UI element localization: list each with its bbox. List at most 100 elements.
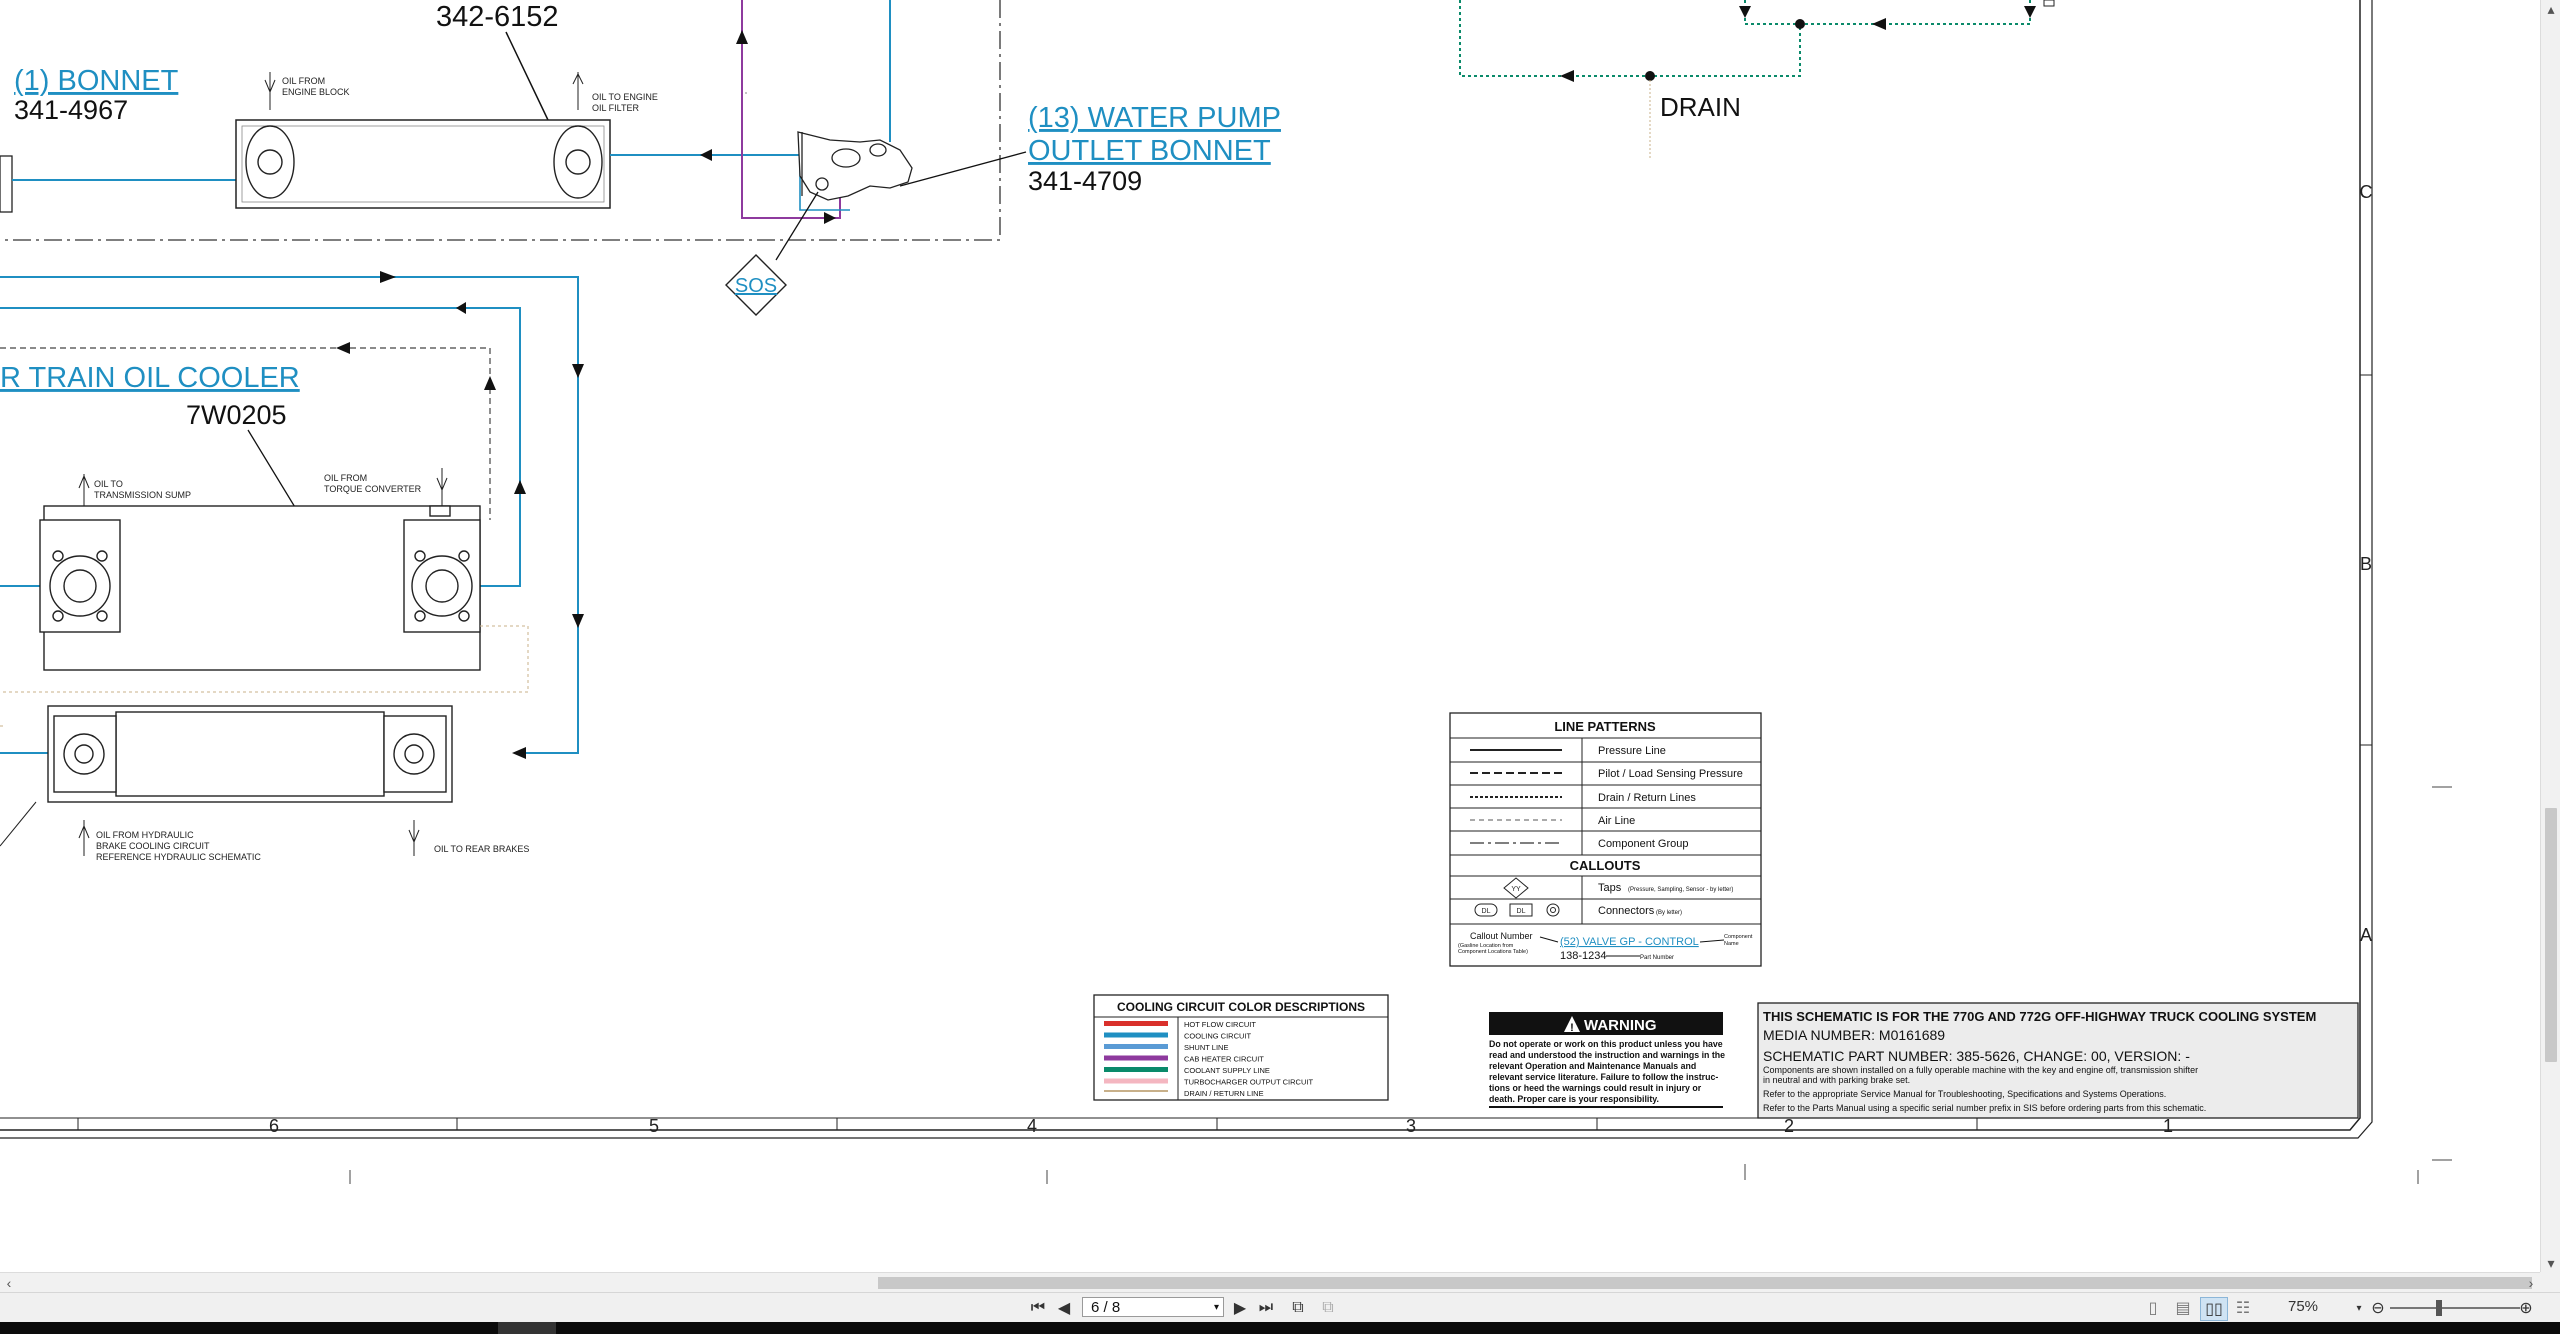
- svg-text:tions or heed the warnings cou: tions or heed the warnings could result …: [1489, 1083, 1702, 1093]
- col-6: 6: [269, 1116, 279, 1136]
- connectors-label: Connectors: [1598, 905, 1655, 917]
- taskbar: [0, 1322, 2560, 1334]
- page-dropdown-icon[interactable]: ▾: [1214, 1298, 1219, 1318]
- powertrain-oil-cooler: [39, 505, 481, 671]
- svg-text:Refer to the appropriate Servi: Refer to the appropriate Service Manual …: [1763, 1089, 2166, 1099]
- color-label: CAB HEATER CIRCUIT: [1184, 1055, 1264, 1064]
- color-label: HOT FLOW CIRCUIT: [1184, 1020, 1256, 1029]
- page-number-field[interactable]: 6 / 8 ▾: [1082, 1297, 1224, 1317]
- svg-text:OIL FILTER: OIL FILTER: [592, 103, 640, 113]
- first-page-icon[interactable]: ⏮: [1028, 1297, 1048, 1319]
- bonnet-part-number: 341-4967: [14, 95, 128, 125]
- col-4: 4: [1027, 1116, 1037, 1136]
- svg-text:relevant service literature. F: relevant service literature. Failure to …: [1489, 1072, 1718, 1082]
- document-viewport: 6 5 4 3 2 1 C B A 342-6152 (1) BONNET 34…: [0, 0, 2540, 1270]
- pattern-component-group: Component Group: [1598, 838, 1689, 850]
- callout-part-number: 138-1234: [1560, 950, 1607, 962]
- col-3: 3: [1406, 1116, 1416, 1136]
- vertical-scrollbar[interactable]: ▴ ▾: [2540, 0, 2560, 1272]
- single-page-icon[interactable]: ▯: [2142, 1297, 2164, 1319]
- coolant-supply-lines: [1459, 0, 2055, 158]
- continuous-page-icon[interactable]: ▤: [2172, 1297, 2194, 1319]
- svg-text:Part Number: Part Number: [1640, 955, 1674, 961]
- two-page-icon[interactable]: ▯▯: [2200, 1297, 2228, 1321]
- pattern-air-line: Air Line: [1598, 815, 1635, 827]
- page-number-value: 6 / 8: [1091, 1299, 1121, 1316]
- taskbar-active-item[interactable]: [498, 1322, 556, 1334]
- water-pump-link-line1[interactable]: (13) WATER PUMP: [1028, 102, 1281, 134]
- color-label: TURBOCHARGER OUTPUT CIRCUIT: [1184, 1078, 1313, 1087]
- zoom-slider-thumb[interactable]: [2436, 1300, 2442, 1316]
- color-label: COOLANT SUPPLY LINE: [1184, 1066, 1270, 1075]
- next-page-icon[interactable]: ▶: [1230, 1297, 1250, 1319]
- color-label: DRAIN / RETURN LINE: [1184, 1089, 1264, 1098]
- line-patterns-legend: LINE PATTERNS Pressure Line Pilot / Load…: [1449, 712, 1762, 967]
- svg-text:Name: Name: [1724, 941, 1739, 947]
- svg-text:ENGINE BLOCK: ENGINE BLOCK: [282, 87, 350, 97]
- scroll-left-arrow[interactable]: ‹: [0, 1273, 18, 1293]
- schematic-part-number: SCHEMATIC PART NUMBER: 385-5626, CHANGE:…: [1763, 1048, 2190, 1064]
- scroll-down-arrow[interactable]: ▾: [2541, 1254, 2560, 1272]
- svg-text:TRANSMISSION SUMP: TRANSMISSION SUMP: [94, 490, 191, 500]
- line-patterns-title: LINE PATTERNS: [1554, 719, 1656, 734]
- water-pump-link-line2[interactable]: OUTLET BONNET: [1028, 135, 1271, 167]
- powertrain-cooler-link[interactable]: R TRAIN OIL COOLER: [0, 362, 300, 394]
- svg-text:BRAKE COOLING CIRCUIT: BRAKE COOLING CIRCUIT: [96, 841, 210, 851]
- previous-page-icon[interactable]: ◀: [1054, 1297, 1074, 1319]
- last-page-icon[interactable]: ⏭: [1256, 1297, 1276, 1319]
- media-number: MEDIA NUMBER: M0161689: [1763, 1027, 1945, 1043]
- taps-label: Taps: [1598, 882, 1622, 894]
- color-descriptions-legend: COOLING CIRCUIT COLOR DESCRIPTIONS HOT F…: [1093, 994, 1389, 1101]
- schematic-drawing: 6 5 4 3 2 1 C B A 342-6152 (1) BONNET 34…: [0, 0, 2452, 1184]
- pattern-drain-return: Drain / Return Lines: [1598, 792, 1696, 804]
- color-swatch: [1104, 1055, 1168, 1061]
- horizontal-scroll-thumb[interactable]: [878, 1277, 2532, 1289]
- two-page-continuous-icon[interactable]: ☷: [2232, 1297, 2254, 1319]
- row-letters: C B A: [2360, 182, 2373, 945]
- previous-view-icon[interactable]: ⧉: [1286, 1297, 1310, 1319]
- pattern-pressure-line: Pressure Line: [1598, 745, 1666, 757]
- callouts-title: CALLOUTS: [1570, 858, 1641, 873]
- color-swatch: [1104, 1032, 1168, 1038]
- color-legend-title: COOLING CIRCUIT COLOR DESCRIPTIONS: [1117, 1000, 1365, 1014]
- color-swatch: [1104, 1044, 1168, 1049]
- row-a: A: [2360, 925, 2372, 945]
- svg-text:Components are shown installed: Components are shown installed on a full…: [1763, 1065, 2198, 1075]
- col-2: 2: [1784, 1116, 1794, 1136]
- svg-text:(Pressure, Sampling, Sensor -: (Pressure, Sampling, Sensor - by letter): [1628, 887, 1733, 893]
- zoom-dropdown-icon[interactable]: ▾: [2352, 1297, 2366, 1319]
- next-view-icon[interactable]: ⧉: [1316, 1297, 1340, 1319]
- col-5: 5: [649, 1116, 659, 1136]
- bonnet-link[interactable]: (1) BONNET: [14, 65, 179, 97]
- oil-to-rear-brakes: OIL TO REAR BRAKES: [434, 844, 529, 854]
- svg-text:REFERENCE HYDRAULIC SCHEMATIC: REFERENCE HYDRAULIC SCHEMATIC: [96, 852, 261, 862]
- sos-tap[interactable]: SOS: [725, 254, 787, 316]
- color-label: SHUNT LINE: [1184, 1043, 1228, 1052]
- row-c: C: [2360, 182, 2373, 202]
- color-swatch: [1104, 1078, 1168, 1084]
- zoom-slider-track[interactable]: [2390, 1307, 2520, 1309]
- column-numbers: 6 5 4 3 2 1: [269, 1116, 2173, 1136]
- title-block: THIS SCHEMATIC IS FOR THE 770G AND 772G …: [1757, 1002, 2359, 1119]
- color-label: COOLING CIRCUIT: [1184, 1032, 1252, 1041]
- engine-oil-cooler: [235, 119, 611, 209]
- zoom-level[interactable]: 75%: [2288, 1298, 2318, 1315]
- zoom-out-icon[interactable]: ⊖: [2368, 1297, 2388, 1319]
- scroll-right-arrow[interactable]: ›: [2522, 1273, 2540, 1293]
- horizontal-scrollbar[interactable]: ‹ ›: [0, 1272, 2540, 1293]
- svg-text:relevant Operation and Mainten: relevant Operation and Maintenance Manua…: [1489, 1061, 1696, 1071]
- water-pump-part-number: 341-4709: [1028, 166, 1142, 196]
- callout-example-link[interactable]: (52) VALVE GP - CONTROL: [1560, 936, 1699, 948]
- svg-text:!: !: [1570, 1022, 1574, 1034]
- viewer-toolbar: ⏮ ◀ ▶ ⏭ ⧉ ⧉ ▯ ▤ ▯▯ ☷ ▾ ⊖ ⊕: [0, 1292, 2560, 1323]
- warning-block: ! WARNING Do not operate or work on this…: [1489, 1012, 1725, 1108]
- svg-text:death. Proper care is your res: death. Proper care is your responsibilit…: [1489, 1094, 1659, 1104]
- scroll-up-arrow[interactable]: ▴: [2541, 0, 2560, 18]
- color-swatch: [1104, 1021, 1168, 1026]
- water-pump-outlet-bonnet: [797, 131, 913, 201]
- svg-text:Do not operate or work on this: Do not operate or work on this product u…: [1489, 1039, 1723, 1049]
- oil-from-hydraulic: OIL FROM HYDRAULIC: [96, 830, 194, 840]
- row-b: B: [2360, 554, 2372, 574]
- vertical-scroll-thumb[interactable]: [2545, 808, 2557, 1062]
- top-part-number: 342-6152: [436, 1, 559, 33]
